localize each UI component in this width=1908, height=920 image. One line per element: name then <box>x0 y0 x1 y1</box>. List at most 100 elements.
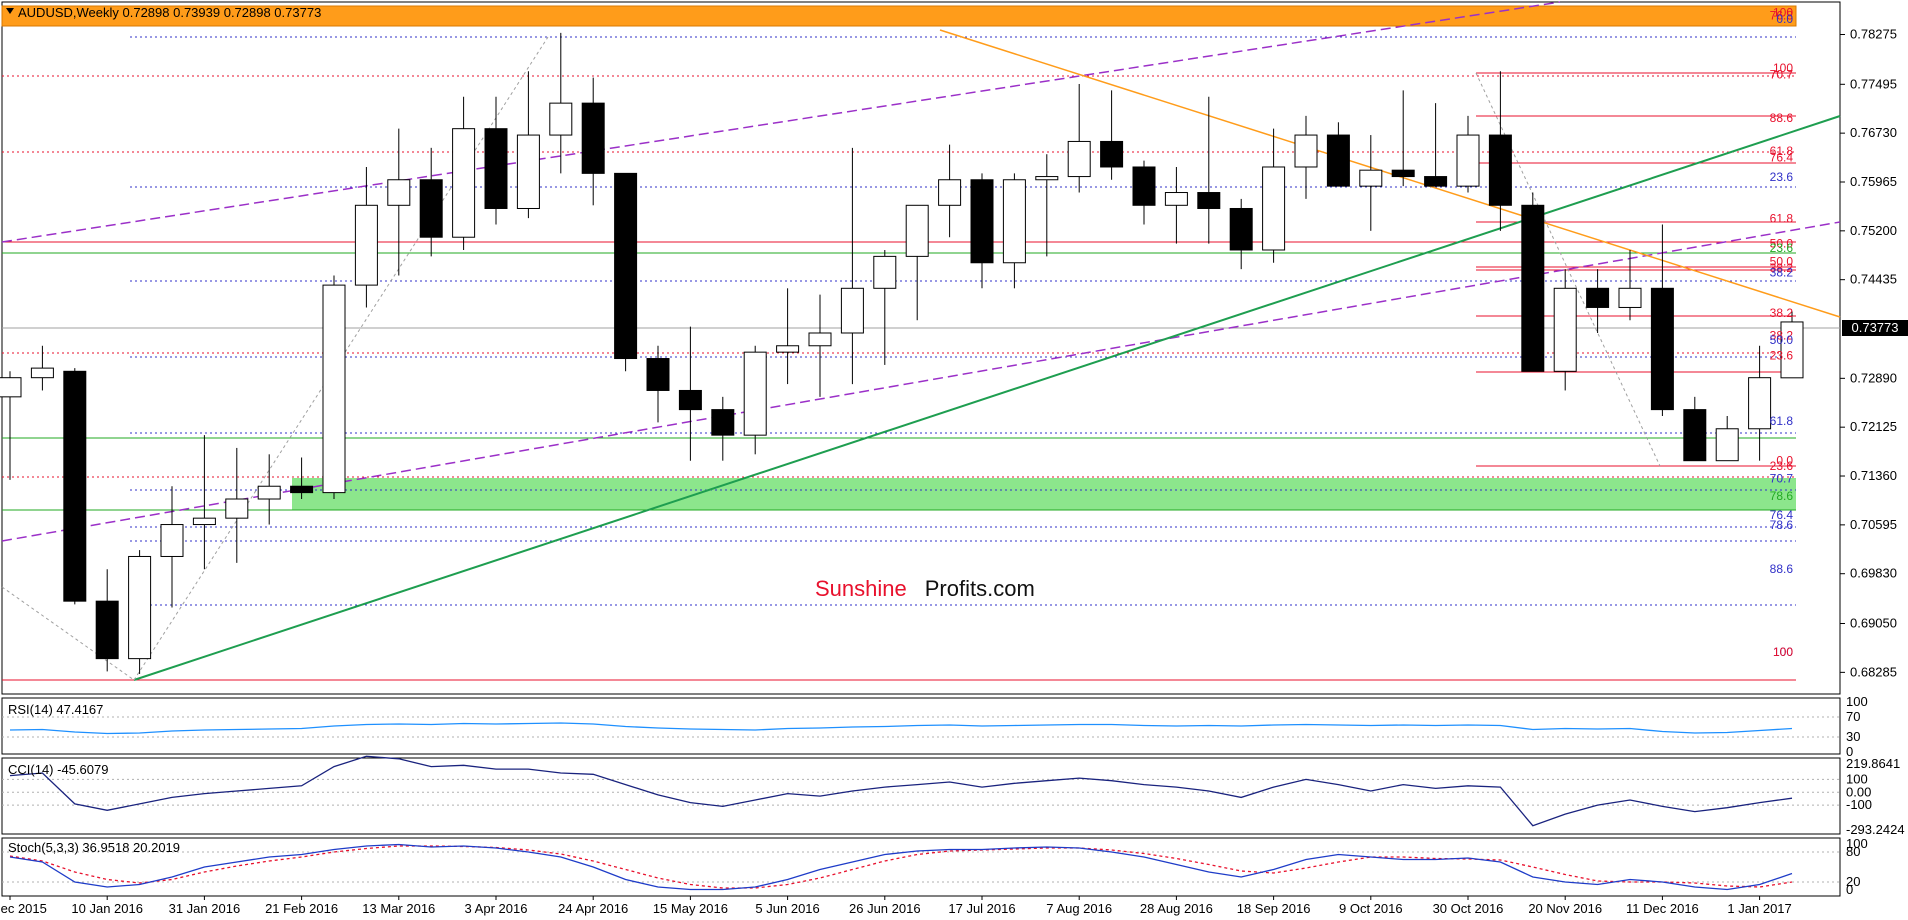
candle-body <box>484 128 508 209</box>
candle-body <box>322 284 346 494</box>
price-tick-label: 0.72125 <box>1850 419 1897 434</box>
candle-body <box>1553 287 1577 372</box>
candle-body <box>1456 134 1480 187</box>
candle-body <box>646 358 670 391</box>
price-tick-label: 0.76730 <box>1850 125 1897 140</box>
price-tick-label: 0.75200 <box>1850 223 1897 238</box>
time-tick-label: 30 Oct 2016 <box>1433 901 1504 916</box>
time-tick-label: 11 Dec 2016 <box>1626 901 1699 916</box>
time-tick-label: 18 Sep 2016 <box>1237 901 1311 916</box>
price-axis: 0.78275 0.77495 0.76730 0.75965 0.75200 0.744… <box>1840 26 1897 679</box>
fib-label: 88.6 <box>1770 111 1794 125</box>
time-tick-label: 20 Nov 2016 <box>1528 901 1602 916</box>
candle-body <box>1229 207 1253 251</box>
candle-body <box>290 485 314 494</box>
candle-body <box>128 555 152 660</box>
price-tick-label: 0.74435 <box>1850 272 1897 287</box>
cci-panel <box>1 757 1841 835</box>
time-tick-label: 1 Jan 2017 <box>1727 901 1791 916</box>
candle-body <box>1650 287 1674 411</box>
candle-body <box>1002 179 1026 264</box>
candle-body <box>678 389 702 411</box>
fib-label: 100 <box>1773 645 1793 659</box>
brand-word-1: Sunshine <box>815 576 907 601</box>
price-tick-label: 0.77495 <box>1850 76 1897 91</box>
stoch-tick-label: 0 <box>1846 882 1853 897</box>
time-tick-label: 15 May 2016 <box>653 901 728 916</box>
fib-label: 38.2 <box>1770 265 1794 279</box>
candle-body <box>1488 134 1512 206</box>
time-axis: 20 Dec 2015 10 Jan 2016 31 Jan 2016 21 Feb … <box>0 896 1792 916</box>
rsi-label: RSI(14) 47.4167 <box>8 702 103 717</box>
candle-body <box>225 498 249 519</box>
fib-label: 70.7 <box>1770 472 1794 486</box>
fib-label: 70.7 <box>1770 67 1794 81</box>
time-tick-label: 31 Jan 2016 <box>169 901 241 916</box>
time-tick-label: 17 Jul 2016 <box>948 901 1015 916</box>
candle-body <box>1359 169 1383 187</box>
time-tick-label: 9 Oct 2016 <box>1339 901 1403 916</box>
candle-body <box>387 179 411 206</box>
candle-body <box>160 524 184 557</box>
stoch-label: Stoch(5,3,3) 36.9518 20.2019 <box>8 840 180 855</box>
candle-body <box>840 287 864 334</box>
candle-body <box>1586 287 1610 308</box>
fib-label: 88.6 <box>1770 562 1794 576</box>
candle-body <box>1521 204 1545 372</box>
brand-word-2: Profits.com <box>924 576 1035 601</box>
cci-tick-label: -100 <box>1846 797 1872 812</box>
fib-label: 23.6 <box>1770 170 1794 184</box>
candle-body <box>743 351 767 436</box>
audusd-weekly-chart: 10076.80.010070.788.661.876.423.661.850.… <box>0 1 1908 916</box>
price-tick-label: 0.69050 <box>1850 616 1897 631</box>
candle-body <box>63 370 87 602</box>
price-tick-label: 0.71360 <box>1850 468 1897 483</box>
price-tick-label: 0.72890 <box>1850 370 1897 385</box>
candle-body <box>808 332 832 347</box>
fib-label: 78.6 <box>1770 489 1794 503</box>
cci-label: CCI(14) -45.6079 <box>8 762 108 777</box>
stoch-tick-label: 80 <box>1846 844 1860 859</box>
rsi-tick-label: 70 <box>1846 709 1860 724</box>
time-tick-label: 24 Apr 2016 <box>558 901 628 916</box>
candle-body <box>516 134 540 209</box>
candle-body <box>776 345 800 353</box>
price-tick-label: 0.70595 <box>1850 517 1897 532</box>
price-tick-label: 0.78275 <box>1850 26 1897 41</box>
candle-body <box>1618 287 1642 308</box>
candle-body <box>452 128 476 238</box>
time-tick-label: 28 Aug 2016 <box>1140 901 1213 916</box>
cci-tick-label: 219.8641 <box>1846 756 1900 771</box>
candle-body <box>1748 377 1772 430</box>
candle-body <box>257 485 281 500</box>
candle-body <box>419 179 443 238</box>
candle-body <box>0 377 22 398</box>
fib-label: 0.0 <box>1776 12 1793 26</box>
candle-body <box>614 172 638 360</box>
support-zone <box>292 478 1796 510</box>
fib-label: 50.0 <box>1770 333 1794 347</box>
chart-header: AUDUSD,Weekly 0.72898 0.73939 0.72898 0.… <box>18 5 321 20</box>
rsi-tick-label: 100 <box>1846 694 1868 709</box>
candle-body <box>354 204 378 286</box>
fib-label: 38.2 <box>1770 306 1794 320</box>
candle-body <box>711 409 735 436</box>
current-price-marker: 0.73773 <box>1842 320 1908 336</box>
watermark-brand: Sunshine Profits.com <box>815 576 1035 602</box>
candle-body <box>95 600 119 660</box>
svg-text:0.73773: 0.73773 <box>1852 320 1899 335</box>
time-tick-label: 3 Apr 2016 <box>465 901 528 916</box>
candle-body <box>549 102 573 136</box>
candle-body <box>192 517 216 526</box>
price-tick-label: 0.69830 <box>1850 566 1897 581</box>
candle-body <box>1164 192 1188 206</box>
candle-body <box>1424 176 1448 187</box>
price-tick-label: 0.75965 <box>1850 174 1897 189</box>
fib-label: 61.8 <box>1770 212 1794 226</box>
candle-body <box>1715 428 1739 462</box>
fib-label: 23.6 <box>1770 348 1794 362</box>
candle-body <box>970 179 994 264</box>
candle-body <box>905 204 929 257</box>
candle-body <box>1683 409 1707 462</box>
candle-body <box>873 255 897 289</box>
